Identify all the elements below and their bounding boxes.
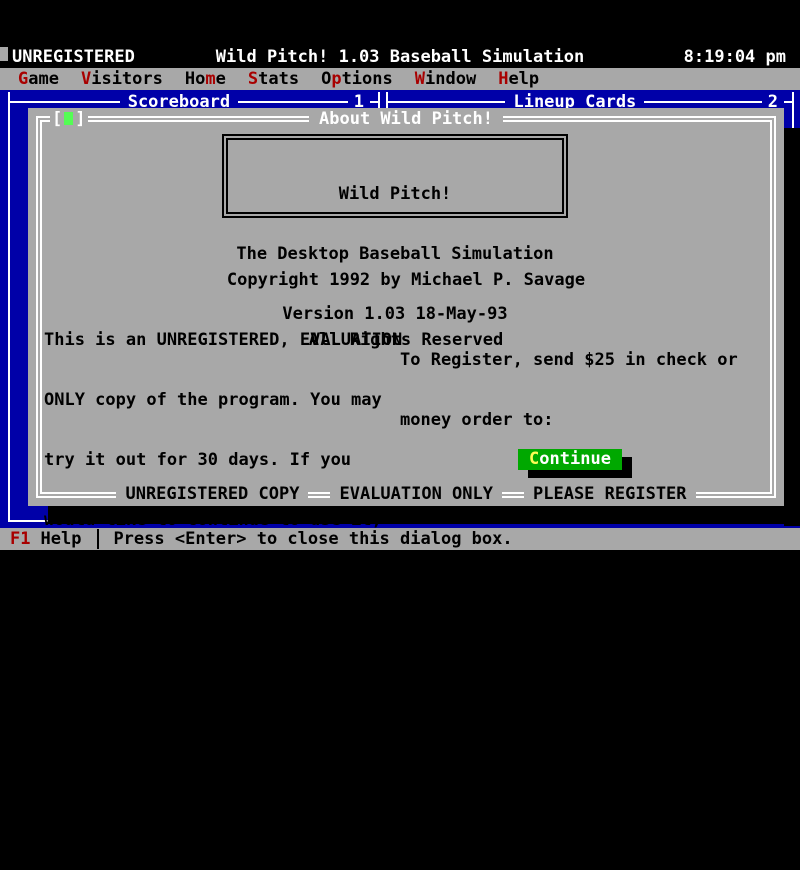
menu-window[interactable]: Window — [415, 69, 476, 89]
register-line: money order to: — [400, 410, 748, 430]
close-icon — [64, 112, 73, 125]
border-line — [370, 101, 378, 103]
help-label[interactable]: Help — [40, 529, 81, 549]
menu-options[interactable]: Options — [321, 69, 393, 89]
clock: 8:19:04 pm — [684, 47, 786, 67]
menu-help[interactable]: Help — [498, 69, 539, 89]
continue-button[interactable]: Continue — [518, 449, 622, 470]
paragraph-line: would like to continue to use it, — [44, 510, 402, 530]
close-button[interactable]: [] — [50, 109, 88, 129]
paragraph-line: version of the program, a printed — [44, 690, 402, 710]
paragraph-line: register, you'll receive the latest — [44, 630, 402, 650]
dos-screen: { "colors":{ "desktop_blue":"#0000A8", "… — [0, 0, 800, 600]
border-line — [388, 101, 505, 103]
register-address-line: PO Box 536, Glen Ridge, NJ 07028 — [400, 590, 748, 610]
footer-register-label: PLEASE REGISTER — [524, 484, 696, 504]
menu-visitors[interactable]: Visitors — [81, 69, 163, 89]
paragraph-line: program update. — [44, 810, 402, 830]
dialog-shadow-right — [784, 128, 800, 526]
copyright-line: Copyright 1992 by Michael P. Savage — [28, 270, 784, 290]
register-line: To Register, send $25 in check or — [400, 350, 748, 370]
evaluation-paragraph: This is an UNREGISTERED, EVALUATION ONLY… — [44, 290, 402, 870]
menu-home[interactable]: Home — [185, 69, 226, 89]
paragraph-line: ONLY copy of the program. You may — [44, 390, 402, 410]
about-dialog: [] About Wild Pitch! Wild Pitch! The Des… — [28, 108, 784, 506]
border-line — [10, 101, 120, 103]
app-title-bar: UNREGISTERED Wild Pitch! 1.03 Baseball S… — [0, 46, 800, 68]
menu-stats[interactable]: Stats — [248, 69, 299, 89]
status-divider — [97, 529, 99, 549]
paragraph-line: and bound user guide, and one free — [44, 750, 402, 770]
app-title: Wild Pitch! 1.03 Baseball Simulation — [0, 47, 800, 67]
version-box: Wild Pitch! The Desktop Baseball Simulat… — [222, 134, 568, 218]
status-bar: F1 Help Press <Enter> to close this dial… — [0, 528, 800, 550]
dialog-title-row: [] About Wild Pitch! — [28, 109, 784, 129]
menu-game[interactable]: Game — [18, 69, 59, 89]
footer-unregistered-label: UNREGISTERED COPY — [116, 484, 308, 504]
border-line — [784, 101, 792, 103]
desktop: Scoreboard 1 Lineup Cards 2 [] About Wil… — [0, 90, 800, 528]
dialog-title: About Wild Pitch! — [309, 109, 503, 129]
paragraph-line: you'll have to register. When you — [44, 570, 402, 590]
version-box-name: Wild Pitch! — [228, 184, 562, 204]
footer-evaluation-label: EVALUATION ONLY — [330, 484, 502, 504]
border-line — [644, 101, 761, 103]
footer-border-gap — [502, 484, 524, 504]
f1-key-label[interactable]: F1 — [10, 529, 30, 549]
register-info-block: To Register, send $25 in check or money … — [400, 310, 748, 650]
menu-bar: Game Visitors Home Stats Options Window … — [0, 68, 800, 90]
paragraph-line: This is an UNREGISTERED, EVALUATION — [44, 330, 402, 350]
footer-border-gap — [308, 484, 330, 504]
status-message: Press <Enter> to close this dialog box. — [113, 529, 512, 549]
border-line — [238, 101, 348, 103]
dialog-footer: UNREGISTERED COPY EVALUATION ONLY PLEASE… — [28, 484, 784, 504]
paragraph-line: try it out for 30 days. If you — [44, 450, 402, 470]
